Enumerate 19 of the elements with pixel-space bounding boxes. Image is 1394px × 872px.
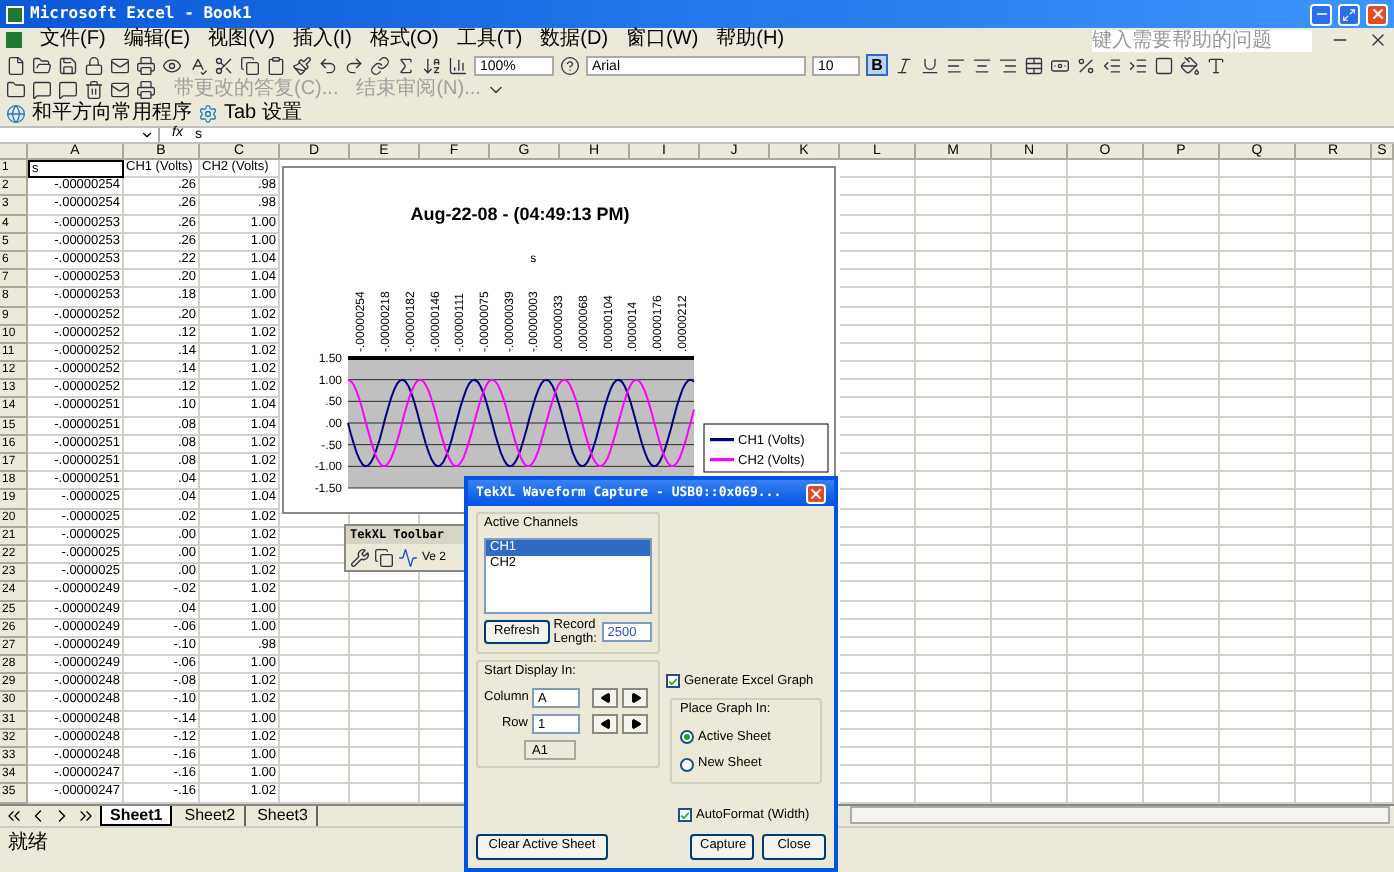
menu-item[interactable]: 视图(V) xyxy=(208,30,275,50)
menu-item[interactable]: 帮助(H) xyxy=(716,30,785,50)
menu-item[interactable]: 编辑(E) xyxy=(123,30,191,50)
toolbar-button[interactable]: 和平方向常用程序 xyxy=(32,104,192,124)
toolbar-button[interactable]: Tab 设置 xyxy=(224,104,302,124)
window-title: Microsoft Excel - Book1 xyxy=(30,2,254,26)
menu-item[interactable]: 数据(D) xyxy=(540,30,609,50)
menu-item[interactable]: 窗口(W) xyxy=(626,30,699,50)
menu-item[interactable]: 格式(O) xyxy=(369,30,439,50)
menu-item[interactable]: 插入(I) xyxy=(292,30,352,50)
sheet-tab[interactable]: Sheet2 xyxy=(176,805,246,826)
sheet-tab[interactable]: Sheet1 xyxy=(100,805,173,826)
help-search-field[interactable]: 键入需要帮助的问题 xyxy=(1092,29,1312,51)
sheet-tab[interactable]: Sheet3 xyxy=(249,805,318,826)
menu-item[interactable]: 文件(F) xyxy=(40,30,106,50)
bold-button[interactable]: B xyxy=(866,54,888,76)
status-text: 就绪 xyxy=(8,833,48,854)
chart-title: Aug-22-08 - (04:49:13 PM) xyxy=(410,204,630,224)
menu-item[interactable]: 工具(T) xyxy=(456,30,523,50)
